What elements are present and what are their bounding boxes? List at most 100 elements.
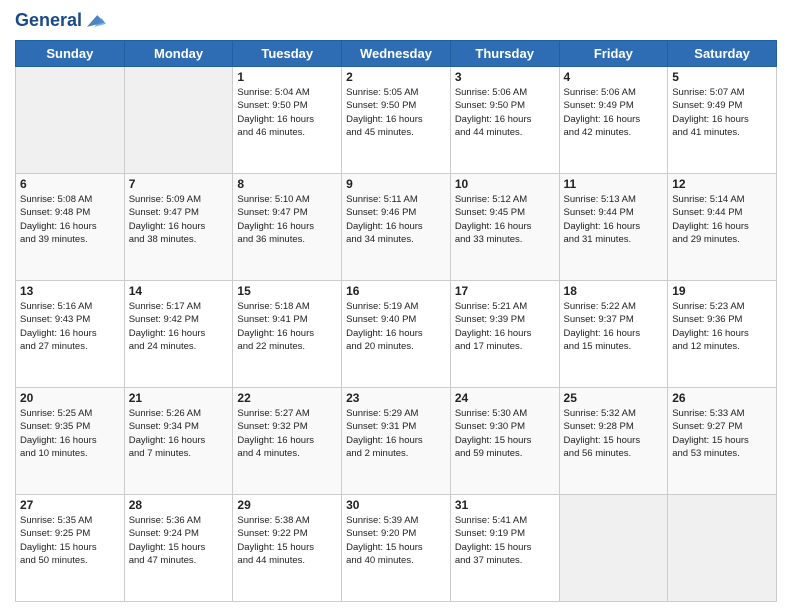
day-info: Sunrise: 5:06 AM Sunset: 9:50 PM Dayligh… [455, 86, 555, 139]
day-info: Sunrise: 5:08 AM Sunset: 9:48 PM Dayligh… [20, 193, 120, 246]
day-number: 31 [455, 498, 555, 512]
empty-cell [668, 495, 777, 602]
weekday-header-row: SundayMondayTuesdayWednesdayThursdayFrid… [16, 41, 777, 67]
day-info: Sunrise: 5:05 AM Sunset: 9:50 PM Dayligh… [346, 86, 446, 139]
day-cell-2: 2 Sunrise: 5:05 AM Sunset: 9:50 PM Daylig… [342, 67, 451, 174]
day-cell-19: 19 Sunrise: 5:23 AM Sunset: 9:36 PM Dayli… [668, 281, 777, 388]
day-info: Sunrise: 5:16 AM Sunset: 9:43 PM Dayligh… [20, 300, 120, 353]
weekday-thursday: Thursday [450, 41, 559, 67]
day-cell-23: 23 Sunrise: 5:29 AM Sunset: 9:31 PM Dayli… [342, 388, 451, 495]
day-cell-7: 7 Sunrise: 5:09 AM Sunset: 9:47 PM Daylig… [124, 174, 233, 281]
day-info: Sunrise: 5:23 AM Sunset: 9:36 PM Dayligh… [672, 300, 772, 353]
day-number: 2 [346, 70, 446, 84]
day-number: 20 [20, 391, 120, 405]
day-number: 29 [237, 498, 337, 512]
weekday-monday: Monday [124, 41, 233, 67]
day-info: Sunrise: 5:35 AM Sunset: 9:25 PM Dayligh… [20, 514, 120, 567]
day-number: 18 [564, 284, 664, 298]
day-number: 9 [346, 177, 446, 191]
day-number: 3 [455, 70, 555, 84]
day-number: 7 [129, 177, 229, 191]
day-cell-3: 3 Sunrise: 5:06 AM Sunset: 9:50 PM Daylig… [450, 67, 559, 174]
day-info: Sunrise: 5:27 AM Sunset: 9:32 PM Dayligh… [237, 407, 337, 460]
day-number: 10 [455, 177, 555, 191]
week-row-5: 27 Sunrise: 5:35 AM Sunset: 9:25 PM Dayli… [16, 495, 777, 602]
day-cell-22: 22 Sunrise: 5:27 AM Sunset: 9:32 PM Dayli… [233, 388, 342, 495]
day-number: 17 [455, 284, 555, 298]
week-row-4: 20 Sunrise: 5:25 AM Sunset: 9:35 PM Dayli… [16, 388, 777, 495]
day-info: Sunrise: 5:11 AM Sunset: 9:46 PM Dayligh… [346, 193, 446, 246]
day-cell-9: 9 Sunrise: 5:11 AM Sunset: 9:46 PM Daylig… [342, 174, 451, 281]
day-info: Sunrise: 5:14 AM Sunset: 9:44 PM Dayligh… [672, 193, 772, 246]
day-number: 25 [564, 391, 664, 405]
day-cell-4: 4Sunrise: 5:06 AM Sunset: 9:49 PM Daylig… [559, 67, 668, 174]
day-cell-6: 6Sunrise: 5:08 AM Sunset: 9:48 PM Daylig… [16, 174, 125, 281]
day-cell-18: 18Sunrise: 5:22 AM Sunset: 9:37 PM Dayli… [559, 281, 668, 388]
logo-text: General [15, 11, 82, 31]
day-cell-10: 10 Sunrise: 5:12 AM Sunset: 9:45 PM Dayli… [450, 174, 559, 281]
day-info: Sunrise: 5:10 AM Sunset: 9:47 PM Dayligh… [237, 193, 337, 246]
day-info: Sunrise: 5:13 AM Sunset: 9:44 PM Dayligh… [564, 193, 664, 246]
day-info: Sunrise: 5:09 AM Sunset: 9:47 PM Dayligh… [129, 193, 229, 246]
day-number: 21 [129, 391, 229, 405]
day-info: Sunrise: 5:39 AM Sunset: 9:20 PM Dayligh… [346, 514, 446, 567]
day-number: 1 [237, 70, 337, 84]
day-info: Sunrise: 5:38 AM Sunset: 9:22 PM Dayligh… [237, 514, 337, 567]
day-number: 27 [20, 498, 120, 512]
day-cell-26: 26 Sunrise: 5:33 AM Sunset: 9:27 PM Dayli… [668, 388, 777, 495]
day-cell-21: 21 Sunrise: 5:26 AM Sunset: 9:34 PM Dayli… [124, 388, 233, 495]
day-cell-13: 13 Sunrise: 5:16 AM Sunset: 9:43 PM Dayli… [16, 281, 125, 388]
day-number: 11 [564, 177, 664, 191]
day-info: Sunrise: 5:25 AM Sunset: 9:35 PM Dayligh… [20, 407, 120, 460]
page: General SundayMondayTuesdayWednesdayThur… [0, 0, 792, 612]
weekday-friday: Friday [559, 41, 668, 67]
day-cell-17: 17 Sunrise: 5:21 AM Sunset: 9:39 PM Dayli… [450, 281, 559, 388]
day-number: 22 [237, 391, 337, 405]
header: General [15, 10, 777, 32]
day-cell-11: 11 Sunrise: 5:13 AM Sunset: 9:44 PM Dayli… [559, 174, 668, 281]
logo: General [15, 10, 106, 32]
day-number: 28 [129, 498, 229, 512]
day-info: Sunrise: 5:29 AM Sunset: 9:31 PM Dayligh… [346, 407, 446, 460]
day-number: 16 [346, 284, 446, 298]
day-cell-29: 29 Sunrise: 5:38 AM Sunset: 9:22 PM Dayli… [233, 495, 342, 602]
day-info: Sunrise: 5:26 AM Sunset: 9:34 PM Dayligh… [129, 407, 229, 460]
day-number: 30 [346, 498, 446, 512]
day-cell-5: 5Sunrise: 5:07 AM Sunset: 9:49 PM Daylig… [668, 67, 777, 174]
day-number: 26 [672, 391, 772, 405]
day-number: 23 [346, 391, 446, 405]
day-number: 4 [564, 70, 664, 84]
day-number: 24 [455, 391, 555, 405]
weekday-saturday: Saturday [668, 41, 777, 67]
day-cell-25: 25Sunrise: 5:32 AM Sunset: 9:28 PM Dayli… [559, 388, 668, 495]
week-row-3: 13 Sunrise: 5:16 AM Sunset: 9:43 PM Dayli… [16, 281, 777, 388]
day-cell-8: 8 Sunrise: 5:10 AM Sunset: 9:47 PM Daylig… [233, 174, 342, 281]
day-number: 8 [237, 177, 337, 191]
day-cell-24: 24 Sunrise: 5:30 AM Sunset: 9:30 PM Dayli… [450, 388, 559, 495]
day-number: 14 [129, 284, 229, 298]
day-cell-20: 20 Sunrise: 5:25 AM Sunset: 9:35 PM Dayli… [16, 388, 125, 495]
day-info: Sunrise: 5:19 AM Sunset: 9:40 PM Dayligh… [346, 300, 446, 353]
week-row-2: 6Sunrise: 5:08 AM Sunset: 9:48 PM Daylig… [16, 174, 777, 281]
empty-cell [559, 495, 668, 602]
day-cell-31: 31 Sunrise: 5:41 AM Sunset: 9:19 PM Dayli… [450, 495, 559, 602]
weekday-wednesday: Wednesday [342, 41, 451, 67]
day-number: 12 [672, 177, 772, 191]
day-info: Sunrise: 5:21 AM Sunset: 9:39 PM Dayligh… [455, 300, 555, 353]
day-cell-27: 27 Sunrise: 5:35 AM Sunset: 9:25 PM Dayli… [16, 495, 125, 602]
weekday-tuesday: Tuesday [233, 41, 342, 67]
week-row-1: 1Sunrise: 5:04 AM Sunset: 9:50 PM Daylig… [16, 67, 777, 174]
day-info: Sunrise: 5:36 AM Sunset: 9:24 PM Dayligh… [129, 514, 229, 567]
day-number: 5 [672, 70, 772, 84]
day-info: Sunrise: 5:41 AM Sunset: 9:19 PM Dayligh… [455, 514, 555, 567]
day-cell-28: 28 Sunrise: 5:36 AM Sunset: 9:24 PM Dayli… [124, 495, 233, 602]
day-info: Sunrise: 5:30 AM Sunset: 9:30 PM Dayligh… [455, 407, 555, 460]
day-cell-14: 14Sunrise: 5:17 AM Sunset: 9:42 PM Dayli… [124, 281, 233, 388]
calendar-table: SundayMondayTuesdayWednesdayThursdayFrid… [15, 40, 777, 602]
day-number: 19 [672, 284, 772, 298]
empty-cell [16, 67, 125, 174]
day-info: Sunrise: 5:12 AM Sunset: 9:45 PM Dayligh… [455, 193, 555, 246]
day-info: Sunrise: 5:33 AM Sunset: 9:27 PM Dayligh… [672, 407, 772, 460]
day-number: 13 [20, 284, 120, 298]
day-info: Sunrise: 5:18 AM Sunset: 9:41 PM Dayligh… [237, 300, 337, 353]
